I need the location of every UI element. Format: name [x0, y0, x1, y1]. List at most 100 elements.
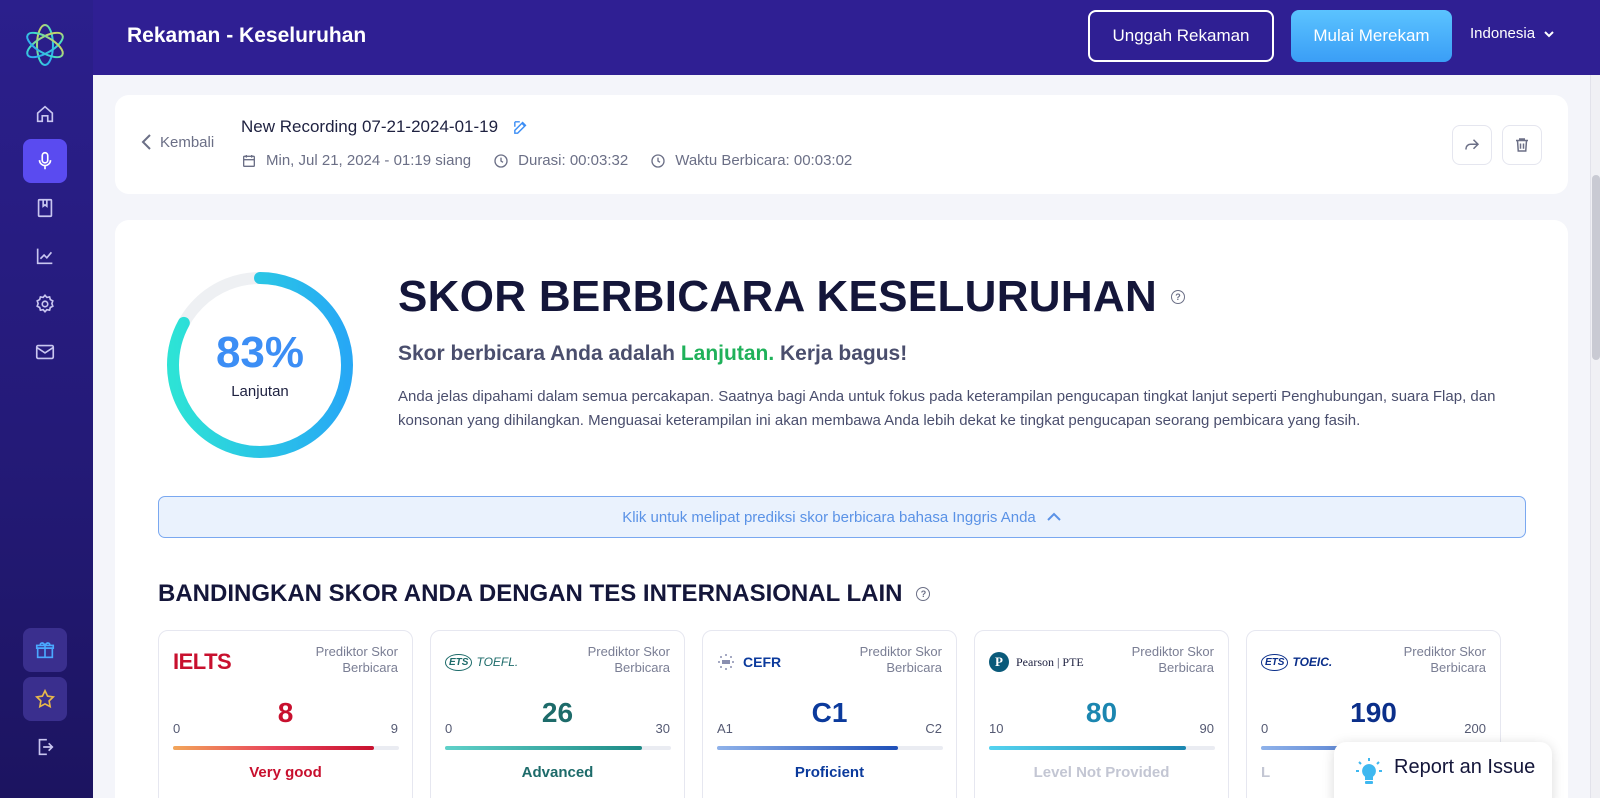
- score-bar: [989, 746, 1215, 750]
- test-card-pte: P Pearson | PTE Prediktor Skor Berbicara…: [974, 630, 1229, 798]
- ets-logo-text: ETS: [1261, 653, 1289, 671]
- calendar-icon: [243, 154, 255, 167]
- score-bar-fill: [173, 746, 375, 750]
- sidebar-item-messages[interactable]: [23, 330, 67, 374]
- test-score: C1: [811, 697, 848, 728]
- test-score: 26: [541, 697, 574, 728]
- trash-icon: [1516, 138, 1528, 152]
- language-selector[interactable]: Indonesia: [1470, 25, 1555, 42]
- edit-icon[interactable]: [512, 119, 529, 136]
- test-level: Advanced: [521, 764, 594, 781]
- recording-speaking-time-text: Waktu Berbicara: 00:03:02: [675, 152, 853, 169]
- app-logo[interactable]: [22, 22, 68, 68]
- report-issue-label: Report an Issue: [1394, 756, 1536, 778]
- back-button[interactable]: Kembali: [140, 133, 214, 151]
- start-recording-button[interactable]: Mulai Merekam: [1291, 10, 1452, 62]
- scale-max: 9: [390, 721, 398, 736]
- compare-heading-text: BANDINGKAN SKOR ANDA DENGAN TES INTERNAS…: [158, 580, 903, 607]
- back-label: Kembali: [160, 133, 215, 151]
- score-bar-fill: [989, 746, 1186, 750]
- toeic-logo: ETS TOEIC.: [1261, 651, 1332, 673]
- sidebar-item-settings[interactable]: [23, 282, 67, 326]
- predictor-label: Prediktor Skor Berbicara: [1131, 644, 1214, 675]
- collapse-predictions-button[interactable]: Klik untuk melipat prediksi skor berbica…: [158, 496, 1526, 538]
- delete-button[interactable]: [1502, 125, 1542, 165]
- score-summary-suffix: Kerja bagus!: [774, 342, 908, 365]
- scale-min: 0: [1261, 721, 1269, 736]
- sidebar-item-gift[interactable]: [23, 628, 67, 672]
- compare-heading: BANDINGKAN SKOR ANDA DENGAN TES INTERNAS…: [158, 580, 931, 608]
- sidebar: [0, 0, 93, 798]
- clock-icon: [494, 153, 508, 168]
- score-description: Anda jelas dipahami dalam semua percakap…: [398, 388, 1496, 429]
- test-level: Proficient: [794, 764, 865, 781]
- recording-duration: Durasi: 00:03:32: [493, 152, 628, 169]
- score-summary-level: Lanjutan.: [680, 342, 775, 365]
- score-card: 83% Lanjutan SKOR BERBICARA KESELURUHAN …: [115, 220, 1568, 798]
- score-summary: Skor berbicara Anda adalah Lanjutan. Ker…: [398, 342, 907, 366]
- scale-max: 30: [655, 721, 670, 736]
- test-card-cefr: CEFR Prediktor Skor Berbicara C1 A1 C2 P…: [702, 630, 957, 798]
- help-icon[interactable]: ?: [916, 587, 931, 601]
- predictor-label: Prediktor Skor Berbicara: [587, 644, 670, 675]
- recording-title: New Recording 07-21-2024-01-19: [241, 117, 499, 136]
- recording-duration-text: Durasi: 00:03:32: [518, 152, 629, 169]
- ets-logo-text: ETS: [445, 653, 473, 671]
- toefl-logo-text: TOEFL.: [476, 655, 519, 669]
- gift-icon: [35, 642, 55, 659]
- score-summary-prefix: Skor berbicara Anda adalah: [398, 342, 681, 365]
- score-level-label: Lanjutan: [231, 383, 289, 400]
- microphone-icon: [38, 151, 52, 170]
- score-bar-fill: [717, 746, 898, 750]
- score-bar: [173, 746, 399, 750]
- score-heading: SKOR BERBICARA KESELURUHAN ?: [398, 272, 1186, 322]
- page-scrollbar[interactable]: [1590, 75, 1600, 798]
- upload-recording-button[interactable]: Unggah Rekaman: [1088, 10, 1274, 62]
- sidebar-item-home[interactable]: [23, 92, 67, 136]
- pte-logo-text: Pearson | PTE: [1016, 654, 1084, 669]
- score-bar: [717, 746, 943, 750]
- score-heading-text: SKOR BERBICARA KESELURUHAN: [398, 272, 1158, 321]
- clock-icon: [651, 153, 665, 168]
- recording-date: Min, Jul 21, 2024 - 01:19 siang: [241, 152, 471, 169]
- test-level: Level Not Provided: [1033, 764, 1170, 781]
- test-card-toefl: ETS TOEFL. Prediktor Skor Berbicara 26 0…: [430, 630, 685, 798]
- toefl-logo: ETS TOEFL.: [445, 651, 518, 673]
- cefr-stars-icon: [718, 654, 734, 670]
- logout-icon: [38, 738, 54, 756]
- sidebar-item-star[interactable]: [23, 677, 67, 721]
- toeic-logo-text: TOEIC.: [1292, 655, 1333, 669]
- score-bar: [445, 746, 671, 750]
- report-issue-button[interactable]: Report an Issue: [1334, 742, 1552, 798]
- test-score: 80: [1085, 697, 1118, 728]
- recording-info-card: Kembali New Recording 07-21-2024-01-19 M…: [115, 95, 1568, 194]
- share-button[interactable]: [1452, 125, 1492, 165]
- predictor-label: Prediktor Skor Berbicara: [1403, 644, 1486, 675]
- ielts-logo: IELTS: [173, 649, 232, 674]
- recording-date-text: Min, Jul 21, 2024 - 01:19 siang: [266, 152, 472, 169]
- mail-icon: [35, 344, 55, 360]
- home-icon: [36, 105, 54, 123]
- gear-icon: [36, 294, 54, 314]
- scale-max: 200: [1464, 721, 1486, 736]
- scale-max: 90: [1199, 721, 1214, 736]
- scale-max: C2: [925, 721, 942, 736]
- test-level: Very good: [249, 764, 322, 781]
- pte-logo: P Pearson | PTE: [989, 651, 1084, 673]
- sidebar-item-logout[interactable]: [23, 725, 67, 769]
- sidebar-item-recordings[interactable]: [23, 139, 67, 183]
- scale-min: A1: [717, 721, 733, 736]
- score-bar-fill: [445, 746, 642, 750]
- cefr-logo: CEFR: [717, 651, 781, 673]
- chart-icon: [36, 248, 53, 265]
- chevron-down-icon: [1544, 30, 1554, 37]
- chevron-up-icon: [1047, 512, 1061, 521]
- help-icon[interactable]: ?: [1171, 290, 1186, 304]
- collapse-predictions-label: Klik untuk melipat prediksi skor berbica…: [622, 508, 1036, 526]
- recording-speaking-time: Waktu Berbicara: 00:03:02: [650, 152, 852, 169]
- scrollbar-thumb[interactable]: [1592, 175, 1600, 360]
- predictor-label: Prediktor Skor Berbicara: [859, 644, 942, 675]
- sidebar-item-library[interactable]: [23, 186, 67, 230]
- test-score: 8: [277, 697, 294, 728]
- sidebar-item-progress[interactable]: [23, 234, 67, 278]
